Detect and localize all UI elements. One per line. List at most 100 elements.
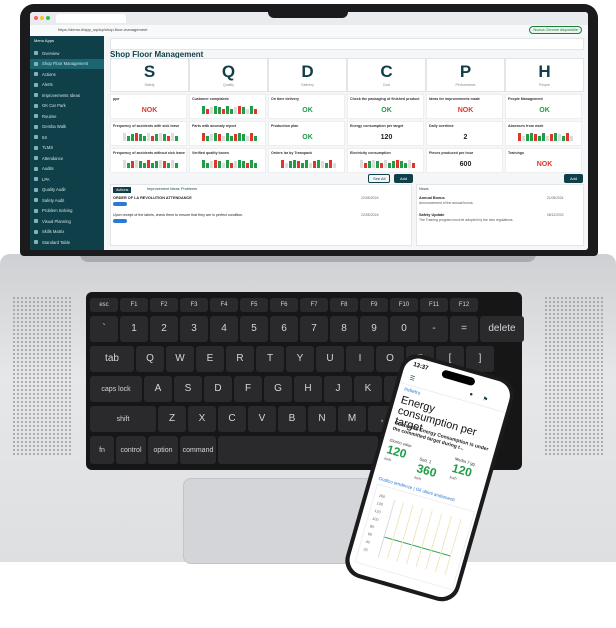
key-2[interactable]: 2	[150, 316, 178, 342]
key-4[interactable]: 4	[210, 316, 238, 342]
kpi-cell[interactable]: People Management OK	[505, 94, 582, 119]
kpi-cell[interactable]: Pieces produced per hour 600	[426, 148, 503, 173]
see-all-button[interactable]: See All	[368, 174, 391, 183]
key-0[interactable]: 0	[390, 316, 418, 342]
sidebar-item[interactable]: Attendance	[30, 153, 104, 163]
key-f2[interactable]: F2	[150, 298, 178, 312]
sidebar-item[interactable]: 5S	[30, 132, 104, 142]
key-f10[interactable]: F10	[390, 298, 418, 312]
key-f3[interactable]: F3	[180, 298, 208, 312]
key-f12[interactable]: F12	[450, 298, 478, 312]
kpi-cell[interactable]: Verified quality boxes	[189, 148, 266, 173]
maximize-window-icon[interactable]	[46, 16, 50, 20]
kpi-cell[interactable]: Frequency of accidents with sick leave	[110, 121, 187, 146]
key-f[interactable]: F	[234, 376, 262, 402]
key--[interactable]: -	[420, 316, 448, 342]
minimize-window-icon[interactable]	[40, 16, 44, 20]
sidebar-item[interactable]: Improvements Ideas	[30, 90, 104, 100]
close-window-icon[interactable]	[34, 16, 38, 20]
key-b[interactable]: B	[278, 406, 306, 432]
key--[interactable]: `	[90, 316, 118, 342]
add-action-button[interactable]: Add	[394, 174, 414, 183]
key-f6[interactable]: F6	[270, 298, 298, 312]
key-f9[interactable]: F9	[360, 298, 388, 312]
sidebar-item[interactable]: Safety Audit	[30, 195, 104, 205]
sqdcp-letter-card[interactable]: Q Quality	[189, 58, 268, 92]
key-option[interactable]: option	[148, 436, 178, 464]
key-a[interactable]: A	[144, 376, 172, 402]
key-delete[interactable]: delete	[480, 316, 524, 342]
chrome-update-button[interactable]: Nuova Chrome disponibile	[529, 26, 582, 34]
menu-icon[interactable]: ☰	[409, 374, 416, 382]
kpi-cell[interactable]: Frequency of accidents without sick leav…	[110, 148, 187, 173]
key-x[interactable]: X	[188, 406, 216, 432]
news-title[interactable]: Annual Bonus	[419, 196, 445, 200]
key-esc[interactable]: esc	[90, 298, 118, 312]
key-s[interactable]: S	[174, 376, 202, 402]
key-9[interactable]: 9	[360, 316, 388, 342]
sidebar-item[interactable]: Actions	[30, 69, 104, 79]
news-title[interactable]: Safety Update	[419, 213, 444, 217]
sidebar-item[interactable]: TLMS	[30, 143, 104, 153]
key-q[interactable]: Q	[136, 346, 164, 372]
key-i[interactable]: I	[346, 346, 374, 372]
sidebar-item[interactable]: Alerts	[30, 80, 104, 90]
key-f1[interactable]: F1	[120, 298, 148, 312]
news-tab[interactable]: News	[419, 187, 429, 191]
sidebar-item[interactable]: LPA	[30, 174, 104, 184]
kpi-cell[interactable]: Customer complaints	[189, 94, 266, 119]
key-caps-lock[interactable]: caps lock	[90, 376, 142, 402]
key-j[interactable]: J	[324, 376, 352, 402]
sqdcp-letter-card[interactable]: H People	[505, 58, 584, 92]
sidebar-item[interactable]: Gemba Walk	[30, 122, 104, 132]
key-y[interactable]: Y	[286, 346, 314, 372]
kpi-cell[interactable]: On time delivery OK	[268, 94, 345, 119]
key-f7[interactable]: F7	[300, 298, 328, 312]
key-5[interactable]: 5	[240, 316, 268, 342]
kpi-cell[interactable]: Production plan OK	[268, 121, 345, 146]
tab-problems[interactable]: Problems	[181, 187, 197, 191]
key-8[interactable]: 8	[330, 316, 358, 342]
sidebar-item[interactable]: Routine	[30, 111, 104, 121]
kpi-cell[interactable]: Trainings NOK	[505, 148, 582, 173]
key-v[interactable]: V	[248, 406, 276, 432]
list-item-title[interactable]: Upon receipt of the labels, check them t…	[113, 213, 333, 217]
sqdcp-letter-card[interactable]: P Performance	[426, 58, 505, 92]
tab-improvement-ideas[interactable]: Improvement Ideas	[147, 187, 180, 191]
kpi-cell[interactable]: Daily overtime 2	[426, 121, 503, 146]
key-m[interactable]: M	[338, 406, 366, 432]
key-f8[interactable]: F8	[330, 298, 358, 312]
tab-actions[interactable]: Actions	[113, 187, 132, 193]
key-shift[interactable]: shift	[90, 406, 156, 432]
key-3[interactable]: 3	[180, 316, 208, 342]
sidebar-item[interactable]: Standard Table	[30, 237, 104, 247]
key-c[interactable]: C	[218, 406, 246, 432]
user-icon[interactable]: ●	[468, 392, 473, 399]
key-tab[interactable]: tab	[90, 346, 134, 372]
sidebar-item[interactable]: Visual Planning	[30, 216, 104, 226]
sidebar-item[interactable]: Problem Solving	[30, 206, 104, 216]
key-space[interactable]	[218, 436, 378, 464]
kpi-cell[interactable]: Absences from work	[505, 121, 582, 146]
kpi-cell[interactable]: Energy consumption per target 120	[347, 121, 424, 146]
key-fn[interactable]: fn	[90, 436, 114, 464]
browser-tab-active[interactable]	[56, 14, 126, 23]
sidebar-item[interactable]: Audits	[30, 164, 104, 174]
key-f11[interactable]: F11	[420, 298, 448, 312]
key-u[interactable]: U	[316, 346, 344, 372]
key-z[interactable]: Z	[158, 406, 186, 432]
bell-icon[interactable]: ⚑	[482, 395, 489, 403]
sqdcp-letter-card[interactable]: D Delivery	[268, 58, 347, 92]
key-1[interactable]: 1	[120, 316, 148, 342]
sidebar-item[interactable]: Quality Audit	[30, 185, 104, 195]
kpi-cell[interactable]: ppe NOK	[110, 94, 187, 119]
sidebar-item[interactable]: Shop Floor Management	[30, 58, 104, 69]
key-t[interactable]: T	[256, 346, 284, 372]
key-n[interactable]: N	[308, 406, 336, 432]
kpi-cell[interactable]: Check the packaging of finished product O…	[347, 94, 424, 119]
kpi-cell[interactable]: Parts with anomaly report	[189, 121, 266, 146]
key-k[interactable]: K	[354, 376, 382, 402]
key-r[interactable]: R	[226, 346, 254, 372]
key-f5[interactable]: F5	[240, 298, 268, 312]
key-control[interactable]: control	[116, 436, 146, 464]
